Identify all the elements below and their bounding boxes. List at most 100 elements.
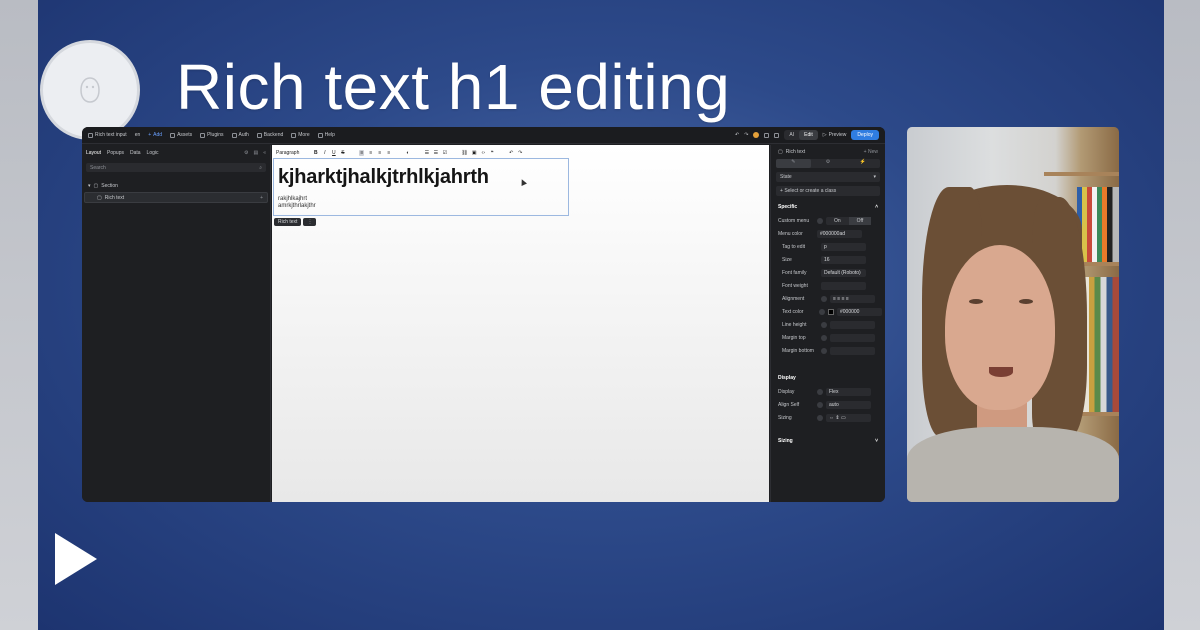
tag-to-edit-select[interactable]: p	[821, 242, 866, 251]
backend-button[interactable]: Backend	[256, 132, 283, 138]
alignment-buttons[interactable]: ≡ ≡ ≡ ≡	[830, 294, 875, 303]
tab-data[interactable]: Data	[130, 150, 141, 156]
margin-bottom-field[interactable]	[830, 346, 875, 355]
align-justify-icon[interactable]: ≡	[386, 150, 391, 156]
image-icon[interactable]: ▣	[472, 150, 477, 156]
align-left-icon[interactable]: ≡	[359, 150, 365, 156]
color-swatch[interactable]	[828, 308, 834, 315]
collapse-icon[interactable]: «	[263, 150, 266, 156]
align-right-icon[interactable]: ≡	[377, 150, 382, 156]
tab-logic[interactable]: Logic	[147, 150, 159, 156]
help-button[interactable]: Help	[317, 132, 335, 138]
backend-icon	[256, 132, 262, 138]
sizing-section-header[interactable]: Sizing ˅	[774, 434, 882, 448]
rich-text-toolbar: Paragraph B I U S ≡ ≡ ≡ ≡ ◐ ☰ ☰ ☑ ⛓ ▣ ‹›…	[272, 148, 569, 158]
help-label: Help	[324, 132, 335, 138]
bullet-list-icon[interactable]: ☰	[424, 150, 429, 156]
bind-icon[interactable]	[821, 321, 827, 328]
deploy-button[interactable]: Deploy	[851, 130, 879, 140]
tree-item-rich-text[interactable]: ▢ Rich text +	[84, 192, 268, 203]
device-icon[interactable]	[774, 132, 780, 138]
link-icon[interactable]: ⛓	[461, 150, 467, 156]
redo-icon[interactable]: ↷	[518, 150, 523, 156]
more-button[interactable]: More	[291, 132, 310, 138]
bind-icon[interactable]	[821, 347, 827, 354]
bind-icon[interactable]	[819, 308, 826, 315]
add-child-icon[interactable]: +	[260, 195, 263, 201]
paragraph-text[interactable]: rakjhlkajhrt	[278, 196, 307, 202]
italic-button[interactable]: I	[322, 150, 327, 156]
plugins-button[interactable]: Plugins	[200, 132, 224, 138]
bind-icon[interactable]	[817, 414, 823, 421]
rich-text-element[interactable]: kjharktjhalkjtrhlkjahrth rakjhlkajhrt am…	[273, 158, 569, 216]
margin-top-field[interactable]	[830, 333, 875, 342]
bind-icon[interactable]	[817, 388, 823, 395]
left-border	[0, 0, 38, 630]
more-icon[interactable]: ⋮	[303, 218, 317, 226]
tab-style[interactable]: ✎	[776, 159, 811, 168]
heading-text[interactable]: kjharktjhalkjtrhlkjahrth	[278, 166, 489, 189]
settings-icon[interactable]: ⚙	[244, 150, 248, 156]
sizing-buttons[interactable]: ⇔ ⇕ ▭	[826, 413, 871, 422]
custom-menu-toggle[interactable]: On Off	[826, 216, 872, 225]
channel-avatar[interactable]	[40, 40, 140, 140]
align-self-select[interactable]: auto	[826, 400, 871, 409]
play-icon[interactable]	[55, 533, 97, 585]
new-button[interactable]: + New	[864, 149, 878, 155]
checklist-icon[interactable]: ☑	[442, 150, 447, 156]
text-color-field[interactable]: #000000	[837, 307, 882, 316]
layers-icon[interactable]: ▤	[253, 150, 258, 156]
undo-icon[interactable]: ↶	[735, 132, 739, 138]
display-section-header[interactable]: Display	[774, 371, 882, 385]
plugins-label: Plugins	[207, 132, 224, 138]
auth-button[interactable]: Auth	[231, 132, 249, 138]
preview-button[interactable]: ▷ Preview	[823, 132, 847, 138]
element-header: ▢ Rich text + New	[774, 145, 882, 159]
align-center-icon[interactable]: ≡	[368, 150, 373, 156]
strike-button[interactable]: S	[340, 150, 345, 156]
on-option[interactable]: On	[826, 217, 849, 225]
mode-toggle[interactable]: AI Edit	[784, 130, 818, 140]
margin-bottom-label: Margin bottom	[782, 347, 814, 354]
bind-icon[interactable]	[821, 295, 827, 302]
ai-mode[interactable]: AI	[784, 130, 799, 140]
numbered-list-icon[interactable]: ☰	[433, 150, 438, 156]
color-icon[interactable]: ◐	[405, 150, 410, 156]
specific-section-header[interactable]: Specific ˄	[774, 200, 882, 214]
display-select[interactable]: Flex	[826, 387, 871, 396]
bind-icon[interactable]	[817, 217, 823, 224]
selection-tag-label[interactable]: Rich text	[274, 218, 302, 226]
tab-popups[interactable]: Popups	[107, 150, 124, 156]
add-button[interactable]: + Add	[148, 132, 162, 138]
tab-workflow[interactable]: ⚡	[845, 159, 880, 168]
size-field[interactable]: 16	[821, 255, 866, 264]
bind-icon[interactable]	[821, 334, 827, 341]
undo-icon[interactable]: ↶	[509, 150, 514, 156]
page-selector[interactable]: Rich text input	[88, 132, 127, 138]
tree-item-section[interactable]: ▾ ▢ Section	[82, 180, 270, 191]
edit-mode[interactable]: Edit	[799, 130, 818, 140]
block-type-select[interactable]: Paragraph	[276, 150, 299, 156]
quote-icon[interactable]: ❝	[490, 150, 495, 156]
underline-button[interactable]: U	[331, 150, 336, 156]
lang-selector[interactable]: en	[135, 132, 141, 138]
tab-settings[interactable]: ⚙	[811, 159, 846, 168]
line-height-field[interactable]	[830, 320, 875, 329]
font-family-select[interactable]: Default (Roboto)	[821, 268, 866, 277]
layer-search-input[interactable]: Search ⌕	[86, 163, 266, 172]
menu-color-field[interactable]: #000000ad	[817, 229, 862, 238]
paragraph-text[interactable]: amrkjthrlakjthr	[278, 203, 316, 209]
off-option[interactable]: Off	[848, 216, 872, 225]
bind-icon[interactable]	[817, 401, 823, 408]
font-weight-select[interactable]	[821, 281, 866, 290]
assets-button[interactable]: Assets	[170, 132, 192, 138]
comments-icon[interactable]	[764, 132, 770, 138]
class-select[interactable]: + Select or create a class	[776, 186, 880, 196]
bold-button[interactable]: B	[313, 150, 318, 156]
user-avatar[interactable]	[753, 132, 760, 138]
redo-icon[interactable]: ↷	[744, 132, 748, 138]
tab-layout[interactable]: Layout	[86, 150, 101, 156]
state-select[interactable]: State ▾	[776, 172, 880, 182]
editor-canvas[interactable]: Paragraph B I U S ≡ ≡ ≡ ≡ ◐ ☰ ☰ ☑ ⛓ ▣ ‹›…	[272, 145, 769, 502]
code-icon[interactable]: ‹›	[481, 150, 486, 156]
